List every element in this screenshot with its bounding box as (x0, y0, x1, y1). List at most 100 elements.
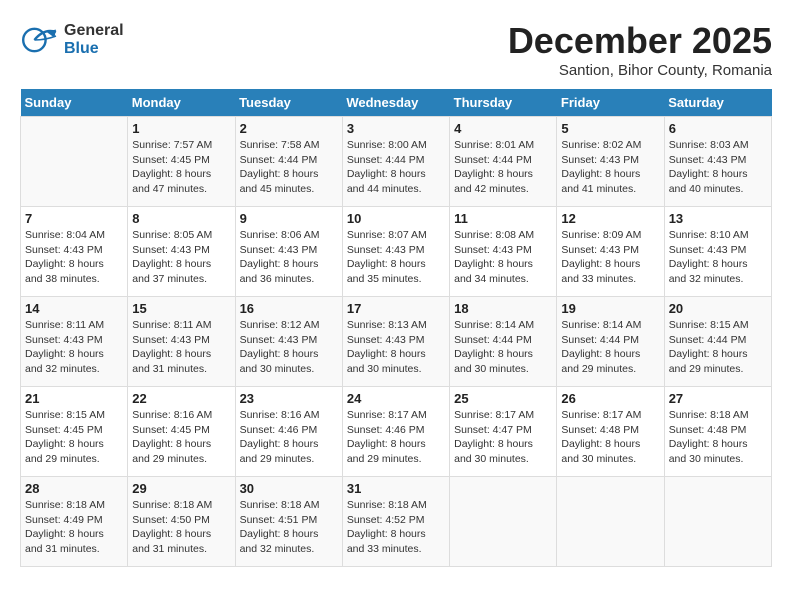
calendar-cell: 17 Sunrise: 8:13 AMSunset: 4:43 PMDayligh… (342, 297, 449, 387)
day-info: Sunrise: 8:14 AMSunset: 4:44 PMDaylight:… (561, 318, 659, 377)
calendar-cell: 4 Sunrise: 8:01 AMSunset: 4:44 PMDaylight… (450, 117, 557, 207)
calendar-cell (557, 477, 664, 567)
day-number: 1 (132, 121, 230, 136)
day-info: Sunrise: 7:57 AMSunset: 4:45 PMDaylight:… (132, 138, 230, 197)
day-info: Sunrise: 8:11 AMSunset: 4:43 PMDaylight:… (132, 318, 230, 377)
day-number: 27 (669, 391, 767, 406)
day-number: 28 (25, 481, 123, 496)
calendar-cell: 1 Sunrise: 7:57 AMSunset: 4:45 PMDaylight… (128, 117, 235, 207)
column-header-friday: Friday (557, 89, 664, 117)
day-number: 23 (240, 391, 338, 406)
day-info: Sunrise: 8:13 AMSunset: 4:43 PMDaylight:… (347, 318, 445, 377)
calendar-cell: 7Sunrise: 8:04 AMSunset: 4:43 PMDaylight… (21, 207, 128, 297)
day-info: Sunrise: 8:03 AMSunset: 4:43 PMDaylight:… (669, 138, 767, 197)
day-info: Sunrise: 8:18 AMSunset: 4:49 PMDaylight:… (25, 498, 123, 557)
day-number: 4 (454, 121, 552, 136)
day-info: Sunrise: 8:18 AMSunset: 4:52 PMDaylight:… (347, 498, 445, 557)
calendar-cell: 6 Sunrise: 8:03 AMSunset: 4:43 PMDaylight… (664, 117, 771, 207)
logo: General Blue (20, 20, 124, 60)
logo-text: General Blue (64, 22, 124, 57)
logo-icon (20, 20, 60, 60)
day-info: Sunrise: 8:17 AMSunset: 4:47 PMDaylight:… (454, 408, 552, 467)
day-number: 3 (347, 121, 445, 136)
month-title: December 2025 (508, 20, 772, 62)
column-header-tuesday: Tuesday (235, 89, 342, 117)
day-number: 29 (132, 481, 230, 496)
logo-blue-text: Blue (64, 40, 124, 58)
calendar-cell: 11 Sunrise: 8:08 AMSunset: 4:43 PMDayligh… (450, 207, 557, 297)
day-number: 15 (132, 301, 230, 316)
day-info: Sunrise: 8:15 AMSunset: 4:45 PMDaylight:… (25, 408, 123, 467)
day-info: Sunrise: 8:15 AMSunset: 4:44 PMDaylight:… (669, 318, 767, 377)
logo-general-text: General (64, 22, 124, 40)
calendar-cell (450, 477, 557, 567)
calendar-cell: 27 Sunrise: 8:18 AMSunset: 4:48 PMDayligh… (664, 387, 771, 477)
calendar-cell (21, 117, 128, 207)
column-header-sunday: Sunday (21, 89, 128, 117)
day-info: Sunrise: 8:11 AMSunset: 4:43 PMDaylight:… (25, 318, 123, 377)
day-info: Sunrise: 8:18 AMSunset: 4:48 PMDaylight:… (669, 408, 767, 467)
day-number: 8 (132, 211, 230, 226)
day-number: 31 (347, 481, 445, 496)
day-info: Sunrise: 7:58 AMSunset: 4:44 PMDaylight:… (240, 138, 338, 197)
day-number: 17 (347, 301, 445, 316)
calendar-table: SundayMondayTuesdayWednesdayThursdayFrid… (20, 89, 772, 567)
day-number: 16 (240, 301, 338, 316)
day-number: 9 (240, 211, 338, 226)
day-info: Sunrise: 8:18 AMSunset: 4:50 PMDaylight:… (132, 498, 230, 557)
day-number: 2 (240, 121, 338, 136)
day-info: Sunrise: 8:16 AMSunset: 4:45 PMDaylight:… (132, 408, 230, 467)
day-number: 19 (561, 301, 659, 316)
day-info: Sunrise: 8:04 AMSunset: 4:43 PMDaylight:… (25, 228, 123, 287)
calendar-cell: 15 Sunrise: 8:11 AMSunset: 4:43 PMDayligh… (128, 297, 235, 387)
calendar-cell: 28 Sunrise: 8:18 AMSunset: 4:49 PMDayligh… (21, 477, 128, 567)
day-info: Sunrise: 8:05 AMSunset: 4:43 PMDaylight:… (132, 228, 230, 287)
day-number: 22 (132, 391, 230, 406)
calendar-cell: 18Sunrise: 8:14 AMSunset: 4:44 PMDayligh… (450, 297, 557, 387)
subtitle: Santion, Bihor County, Romania (508, 62, 772, 79)
calendar-cell: 13 Sunrise: 8:10 AMSunset: 4:43 PMDayligh… (664, 207, 771, 297)
calendar-cell: 2 Sunrise: 7:58 AMSunset: 4:44 PMDaylight… (235, 117, 342, 207)
day-info: Sunrise: 8:10 AMSunset: 4:43 PMDaylight:… (669, 228, 767, 287)
calendar-week-row: 21 Sunrise: 8:15 AMSunset: 4:45 PMDayligh… (21, 387, 772, 477)
day-info: Sunrise: 8:17 AMSunset: 4:48 PMDaylight:… (561, 408, 659, 467)
calendar-cell: 12Sunrise: 8:09 AMSunset: 4:43 PMDayligh… (557, 207, 664, 297)
day-info: Sunrise: 8:16 AMSunset: 4:46 PMDaylight:… (240, 408, 338, 467)
calendar-week-row: 28 Sunrise: 8:18 AMSunset: 4:49 PMDayligh… (21, 477, 772, 567)
calendar-cell: 29 Sunrise: 8:18 AMSunset: 4:50 PMDayligh… (128, 477, 235, 567)
day-number: 18 (454, 301, 552, 316)
calendar-cell: 9Sunrise: 8:06 AMSunset: 4:43 PMDaylight… (235, 207, 342, 297)
calendar-cell: 31 Sunrise: 8:18 AMSunset: 4:52 PMDayligh… (342, 477, 449, 567)
day-number: 25 (454, 391, 552, 406)
day-number: 10 (347, 211, 445, 226)
calendar-week-row: 14 Sunrise: 8:11 AMSunset: 4:43 PMDayligh… (21, 297, 772, 387)
calendar-cell: 26Sunrise: 8:17 AMSunset: 4:48 PMDayligh… (557, 387, 664, 477)
day-info: Sunrise: 8:08 AMSunset: 4:43 PMDaylight:… (454, 228, 552, 287)
column-header-wednesday: Wednesday (342, 89, 449, 117)
calendar-cell: 5 Sunrise: 8:02 AMSunset: 4:43 PMDaylight… (557, 117, 664, 207)
day-number: 21 (25, 391, 123, 406)
column-header-saturday: Saturday (664, 89, 771, 117)
day-info: Sunrise: 8:12 AMSunset: 4:43 PMDaylight:… (240, 318, 338, 377)
calendar-cell (664, 477, 771, 567)
calendar-week-row: 1 Sunrise: 7:57 AMSunset: 4:45 PMDaylight… (21, 117, 772, 207)
calendar-cell: 10Sunrise: 8:07 AMSunset: 4:43 PMDayligh… (342, 207, 449, 297)
day-number: 13 (669, 211, 767, 226)
calendar-cell: 16 Sunrise: 8:12 AMSunset: 4:43 PMDayligh… (235, 297, 342, 387)
day-number: 24 (347, 391, 445, 406)
day-number: 6 (669, 121, 767, 136)
day-number: 11 (454, 211, 552, 226)
day-number: 5 (561, 121, 659, 136)
day-number: 30 (240, 481, 338, 496)
calendar-cell: 3Sunrise: 8:00 AMSunset: 4:44 PMDaylight… (342, 117, 449, 207)
calendar-header-row: SundayMondayTuesdayWednesdayThursdayFrid… (21, 89, 772, 117)
day-info: Sunrise: 8:17 AMSunset: 4:46 PMDaylight:… (347, 408, 445, 467)
day-info: Sunrise: 8:02 AMSunset: 4:43 PMDaylight:… (561, 138, 659, 197)
day-number: 14 (25, 301, 123, 316)
day-info: Sunrise: 8:01 AMSunset: 4:44 PMDaylight:… (454, 138, 552, 197)
column-header-thursday: Thursday (450, 89, 557, 117)
calendar-cell: 24 Sunrise: 8:17 AMSunset: 4:46 PMDayligh… (342, 387, 449, 477)
calendar-cell: 25 Sunrise: 8:17 AMSunset: 4:47 PMDayligh… (450, 387, 557, 477)
calendar-cell: 30Sunrise: 8:18 AMSunset: 4:51 PMDayligh… (235, 477, 342, 567)
day-info: Sunrise: 8:09 AMSunset: 4:43 PMDaylight:… (561, 228, 659, 287)
